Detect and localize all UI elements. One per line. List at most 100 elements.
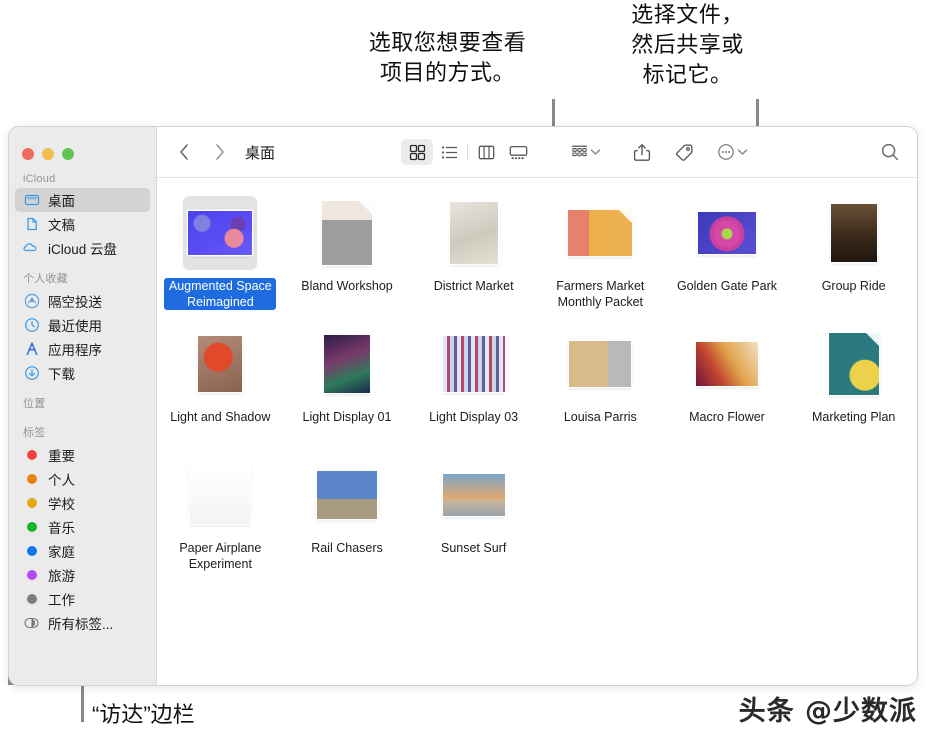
more-actions-button[interactable] — [714, 138, 751, 166]
file-thumbnail-wrap — [310, 327, 384, 401]
sidebar-item-icloud-drive[interactable]: iCloud 云盘 — [15, 236, 150, 260]
sidebar-tag-home[interactable]: 家庭 — [15, 539, 150, 563]
group-by-button[interactable] — [568, 138, 604, 166]
sidebar-tag-school[interactable]: 学校 — [15, 491, 150, 515]
finder-window: iCloud 桌面 文稿 iCloud 云盘 个人收藏 隔空投送 最近使用 应用… — [8, 126, 918, 686]
file-label: Light Display 01 — [302, 410, 392, 424]
file-item[interactable]: Light Display 01 — [288, 327, 406, 458]
sidebar-item-downloads[interactable]: 下载 — [15, 361, 150, 385]
path-title: 桌面 — [245, 144, 276, 162]
file-item[interactable]: Marketing Plan — [795, 327, 913, 458]
forward-button[interactable] — [205, 137, 235, 167]
tag-color-dot — [26, 522, 37, 532]
annotation-view-options: 选取您想要查看 项目的方式。 — [368, 30, 527, 85]
chevron-down-icon — [590, 143, 601, 161]
file-label: Rail Chasers — [311, 541, 383, 555]
file-thumbnail-wrap — [310, 196, 384, 270]
tag-button[interactable] — [671, 138, 697, 166]
desktop-icon — [23, 192, 40, 209]
sidebar-item-label: 旅游 — [48, 569, 75, 584]
file-item[interactable]: District Market — [415, 196, 533, 327]
zoom-button[interactable] — [62, 148, 74, 160]
sidebar-tag-music[interactable]: 音乐 — [15, 515, 150, 539]
search-button[interactable] — [877, 138, 903, 166]
file-item[interactable]: Augmented Space Reimagined — [161, 196, 279, 327]
tag-color-dot — [26, 498, 37, 508]
sidebar-item-label: 隔空投送 — [48, 295, 102, 310]
sidebar-item-documents[interactable]: 文稿 — [15, 212, 150, 236]
sidebar-section-tags: 标签 重要 个人 学校 音乐 家庭 旅游 工作 所有标签... — [9, 424, 156, 635]
window-controls — [9, 139, 156, 165]
file-thumbnail — [188, 211, 253, 255]
sidebar-item-applications[interactable]: 应用程序 — [15, 337, 150, 361]
sidebar-tag-travel[interactable]: 旅游 — [15, 563, 150, 587]
file-item[interactable]: Sunset Surf — [415, 458, 533, 589]
file-thumbnail — [323, 335, 370, 393]
sidebar-item-label: 家庭 — [48, 545, 75, 560]
sidebar-item-recents[interactable]: 最近使用 — [15, 313, 150, 337]
file-thumbnail — [316, 471, 377, 519]
file-item[interactable]: Light Display 03 — [415, 327, 533, 458]
file-thumbnail — [449, 202, 498, 264]
back-button[interactable] — [169, 137, 199, 167]
file-item[interactable]: Light and Shadow — [161, 327, 279, 458]
file-item[interactable]: Farmers Market Monthly Packet — [541, 196, 659, 327]
file-thumbnail-wrap — [183, 327, 257, 401]
all-tags-icon — [23, 615, 40, 632]
minimize-button[interactable] — [42, 148, 54, 160]
file-item[interactable]: Rail Chasers — [288, 458, 406, 589]
column-view-button[interactable] — [470, 139, 502, 165]
sidebar-tag-important[interactable]: 重要 — [15, 443, 150, 467]
watermark: 头条 @少数派 — [738, 696, 917, 727]
gallery-view-button[interactable] — [502, 139, 534, 165]
sidebar-item-desktop[interactable]: 桌面 — [15, 188, 150, 212]
file-grid: Augmented Space Reimagined Bland Worksho… — [157, 178, 917, 685]
cloud-icon — [23, 240, 40, 257]
file-thumbnail-wrap — [690, 196, 764, 270]
airdrop-icon — [23, 293, 40, 310]
sidebar-tag-work[interactable]: 工作 — [15, 587, 150, 611]
file-thumbnail-wrap — [690, 327, 764, 401]
tag-dot-icon — [23, 447, 40, 464]
file-label: Golden Gate Park — [676, 279, 778, 293]
tag-dot-icon — [23, 591, 40, 608]
icon-view-button[interactable] — [401, 139, 434, 165]
file-thumbnail-wrap — [563, 196, 637, 270]
file-label: Macro Flower — [689, 410, 765, 424]
tag-dot-icon — [23, 567, 40, 584]
toolbar-divider — [467, 143, 469, 161]
file-label: Marketing Plan — [811, 410, 896, 424]
callout-leader-sidebar — [81, 684, 84, 722]
file-item[interactable]: Paper Airplane Experiment — [161, 458, 279, 589]
file-item[interactable]: Macro Flower — [668, 327, 786, 458]
sidebar-item-label: 应用程序 — [48, 343, 102, 358]
sidebar-item-label: 下载 — [48, 367, 75, 382]
tag-dot-icon — [23, 543, 40, 560]
applications-icon — [23, 341, 40, 358]
file-thumbnail — [568, 210, 633, 256]
file-thumbnail-wrap — [183, 196, 258, 270]
sidebar-item-label: 文稿 — [48, 218, 75, 233]
file-item[interactable]: Group Ride — [795, 196, 913, 327]
sidebar-tag-all-tags[interactable]: 所有标签... — [15, 611, 150, 635]
tag-dot-icon — [23, 495, 40, 512]
file-label: Bland Workshop — [301, 279, 393, 293]
tag-dot-icon — [23, 471, 40, 488]
document-fold-icon — [865, 333, 879, 346]
share-button[interactable] — [630, 138, 654, 166]
sidebar-item-label: 所有标签... — [48, 617, 114, 632]
sidebar-tag-personal[interactable]: 个人 — [15, 467, 150, 491]
file-item[interactable]: Louisa Parris — [541, 327, 659, 458]
file-thumbnail-wrap — [817, 327, 891, 401]
view-mode-group — [401, 138, 534, 166]
file-item[interactable]: Bland Workshop — [288, 196, 406, 327]
sidebar-item-label: 个人 — [48, 473, 75, 488]
file-label: Sunset Surf — [440, 541, 507, 555]
sidebar-item-airdrop[interactable]: 隔空投送 — [15, 289, 150, 313]
close-button[interactable] — [22, 148, 34, 160]
list-view-button[interactable] — [433, 139, 465, 165]
sidebar-item-label: 最近使用 — [48, 319, 102, 334]
file-item[interactable]: Golden Gate Park — [668, 196, 786, 327]
sidebar-section-title: 标签 — [23, 427, 46, 439]
file-thumbnail-wrap — [817, 196, 891, 270]
